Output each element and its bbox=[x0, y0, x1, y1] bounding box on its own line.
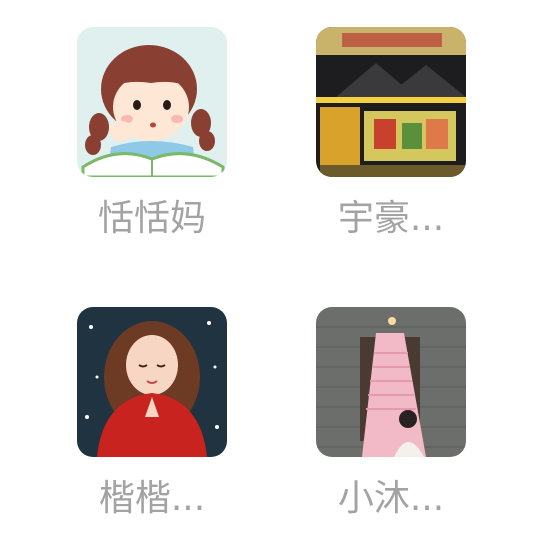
contact-item[interactable]: 小沐... bbox=[316, 307, 466, 519]
contact-name: 小沐... bbox=[337, 478, 445, 519]
contact-name: 宇豪... bbox=[337, 198, 445, 239]
contact-item[interactable]: 宇豪... bbox=[316, 27, 466, 239]
contact-name: 楷楷... bbox=[98, 478, 206, 519]
girl-red-scarf-snow-avatar bbox=[77, 307, 227, 457]
contact-item[interactable]: 恬恬妈 bbox=[77, 27, 227, 239]
avatar[interactable] bbox=[77, 27, 227, 177]
cartoon-girl-reading-avatar bbox=[77, 27, 227, 177]
contact-grid: 恬恬妈 宇豪... 楷楷... 小沐... bbox=[0, 0, 534, 534]
avatar[interactable] bbox=[316, 307, 466, 457]
contact-item[interactable]: 楷楷... bbox=[77, 307, 227, 519]
night-market-stall-avatar bbox=[316, 27, 466, 177]
contact-name: 恬恬妈 bbox=[97, 198, 206, 239]
girl-pink-window-avatar bbox=[316, 307, 466, 457]
avatar[interactable] bbox=[77, 307, 227, 457]
avatar[interactable] bbox=[316, 27, 466, 177]
